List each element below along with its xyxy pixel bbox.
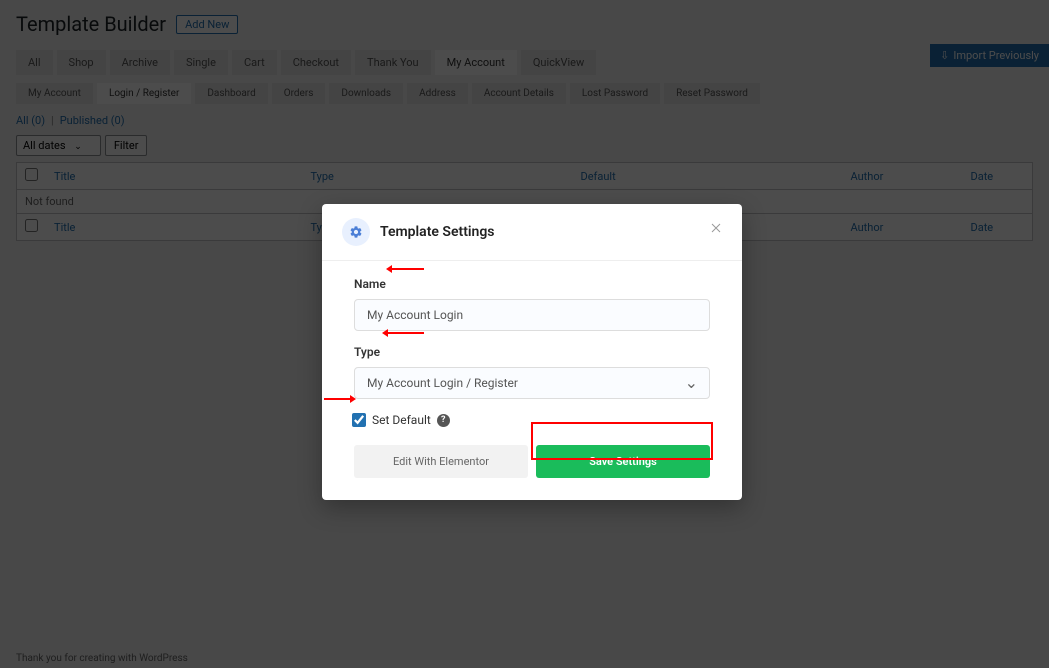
save-settings-button[interactable]: Save Settings	[536, 445, 710, 478]
type-select[interactable]: My Account Login / Register	[354, 367, 710, 399]
set-default-label: Set Default	[372, 413, 431, 427]
name-input[interactable]	[354, 299, 710, 331]
edit-with-elementor-button[interactable]: Edit With Elementor	[354, 445, 528, 478]
close-icon[interactable]	[708, 220, 724, 240]
template-settings-modal: Template Settings Name Type My Account L…	[322, 204, 742, 500]
type-label: Type	[354, 345, 710, 359]
modal-title: Template Settings	[380, 224, 495, 240]
set-default-row[interactable]: Set Default ?	[352, 413, 710, 427]
name-label: Name	[354, 277, 710, 291]
set-default-checkbox[interactable]	[352, 413, 366, 427]
help-icon[interactable]: ?	[437, 414, 450, 427]
gear-icon	[342, 218, 370, 246]
